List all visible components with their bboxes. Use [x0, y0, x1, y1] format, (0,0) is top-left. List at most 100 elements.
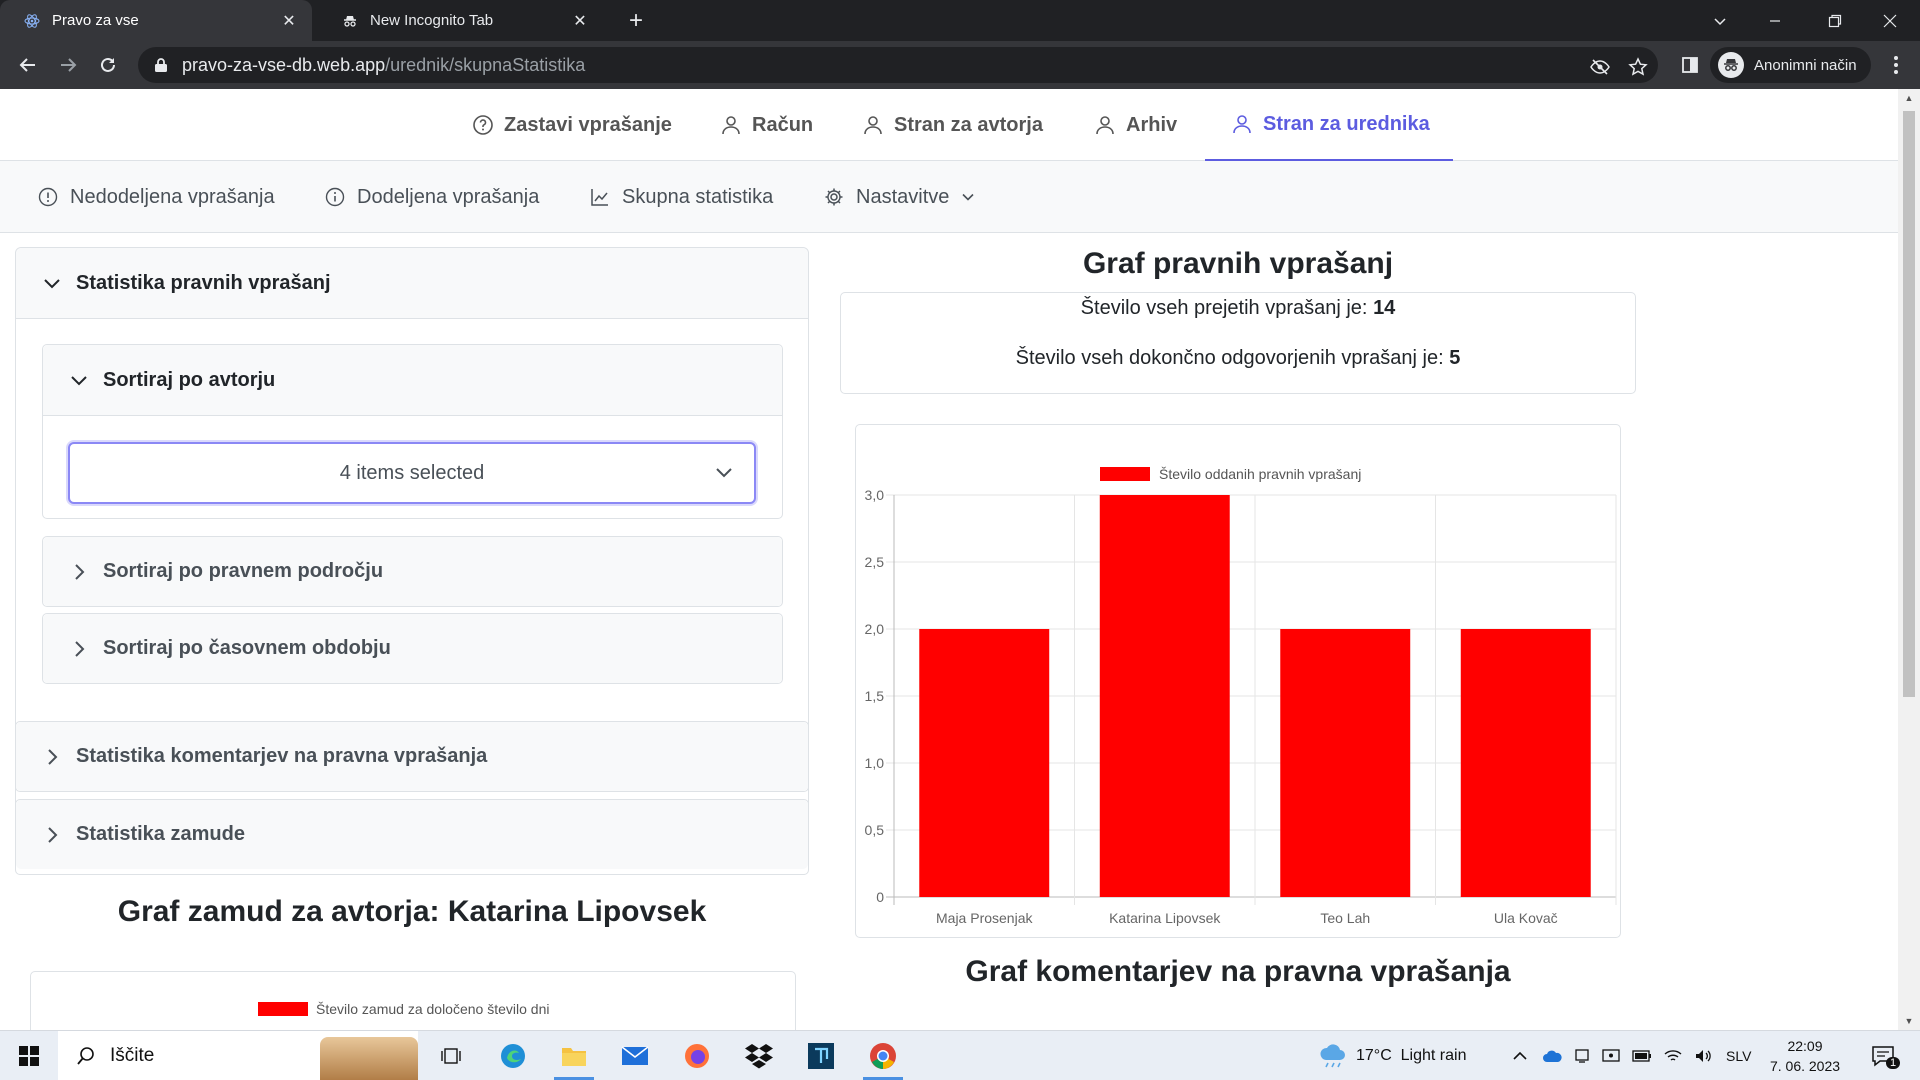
scroll-down-icon[interactable]: ▼: [1898, 1012, 1920, 1030]
author-multiselect[interactable]: 4 items selected: [68, 442, 756, 504]
sub-nav-label: Dodeljena vprašanja: [357, 185, 540, 208]
chevron-up-icon[interactable]: [1512, 1048, 1528, 1064]
nav-label: Račun: [752, 113, 814, 136]
user-icon: [1233, 115, 1251, 134]
back-arrow-icon[interactable]: [12, 49, 44, 81]
legend-swatch: [1100, 467, 1150, 481]
react-logo-icon: [24, 13, 40, 29]
chrome-icon[interactable]: [860, 1036, 906, 1080]
file-explorer-icon[interactable]: [551, 1036, 597, 1080]
address-bar[interactable]: pravo-za-vse-db.web.app/urednik/skupnaSt…: [138, 47, 1658, 83]
chart-legend: Število oddanih pravnih vprašanj: [1100, 466, 1361, 482]
more-menu-icon[interactable]: [1880, 49, 1912, 81]
sub-nav-skupna-statistika[interactable]: Skupna statistika: [590, 161, 773, 233]
windows-taskbar: Iščite 17°C Light rain SLV 22:09 7. 06. …: [0, 1030, 1920, 1080]
accordion-header-by-period[interactable]: Sortiraj po časovnem obdobju: [43, 614, 782, 683]
sub-nav-nastavitve[interactable]: Nastavitve: [824, 161, 987, 233]
scroll-up-icon[interactable]: ▲: [1898, 89, 1920, 107]
close-window-icon[interactable]: [1860, 0, 1920, 41]
notification-center-icon[interactable]: 1: [1870, 1031, 1901, 1080]
firefox-icon[interactable]: [674, 1036, 720, 1076]
weather-widget[interactable]: 17°C Light rain: [1318, 1031, 1466, 1080]
clock-date: 7. 06. 2023: [1769, 1058, 1841, 1074]
chevron-down-icon: [714, 462, 734, 488]
legend-label: Število oddanih pravnih vprašanj: [1159, 466, 1361, 482]
tab-title: New Incognito Tab: [370, 12, 494, 29]
user-icon: [1096, 116, 1114, 135]
search-label: Iščite: [110, 1045, 155, 1066]
bar[interactable]: [919, 629, 1050, 897]
accordion-title: Statistika komentarjev na pravna vprašan…: [76, 745, 488, 767]
nav-stran-za-urednika[interactable]: Stran za urednika: [1205, 89, 1453, 161]
mail-icon[interactable]: [612, 1036, 658, 1076]
notification-count-badge: 1: [1886, 1057, 1901, 1069]
lock-icon[interactable]: [154, 57, 168, 73]
volume-icon[interactable]: [1694, 1048, 1712, 1064]
bar[interactable]: [1280, 629, 1411, 897]
dropbox-icon[interactable]: [736, 1036, 782, 1076]
chevron-right-icon: [42, 826, 62, 844]
device-icon[interactable]: [1574, 1048, 1590, 1064]
taskbar-search[interactable]: Iščite: [58, 1031, 418, 1080]
tab-search-chevron-icon[interactable]: [1690, 0, 1750, 41]
battery-icon[interactable]: [1632, 1050, 1652, 1062]
eye-off-icon[interactable]: [1588, 55, 1612, 79]
accordion-header-by-author[interactable]: Sortiraj po avtorju: [43, 345, 782, 416]
accordion-header-legal-questions[interactable]: Statistika pravnih vprašanj: [16, 248, 808, 319]
accordion-title: Statistika pravnih vprašanj: [76, 271, 331, 294]
browser-toolbar: pravo-za-vse-db.web.app/urednik/skupnaSt…: [0, 41, 1920, 89]
reload-icon[interactable]: [92, 49, 124, 81]
sub-nav-label: Skupna statistika: [622, 185, 774, 208]
nav-stran-za-avtorja[interactable]: Stran za avtorja: [862, 89, 1043, 161]
nav-racun[interactable]: Račun: [720, 89, 813, 161]
clock[interactable]: 22:09 7. 06. 2023: [1760, 1031, 1850, 1080]
windows-start-icon[interactable]: [6, 1036, 52, 1076]
onedrive-cloud-icon[interactable]: [1542, 1049, 1562, 1063]
minimize-icon[interactable]: [1745, 0, 1805, 41]
received-line: Število vseh prejetih vprašanj je: 14: [841, 297, 1635, 320]
forward-arrow-icon[interactable]: [52, 49, 84, 81]
close-icon[interactable]: ✕: [278, 10, 300, 32]
chevron-right-icon: [69, 640, 89, 658]
tab-pravo-za-vse[interactable]: Pravo za vse ✕: [0, 0, 312, 41]
legal-graph-title: Graf pravnih vprašanj: [1082, 247, 1394, 280]
page-scrollbar[interactable]: ▲ ▼: [1898, 89, 1920, 1030]
display-icon[interactable]: [1602, 1048, 1620, 1064]
nav-zastavi-vprasanje[interactable]: Zastavi vprašanje: [472, 89, 672, 161]
incognito-profile-button[interactable]: Anonimni način: [1710, 47, 1871, 83]
sub-nav-nedodeljena[interactable]: Nedodeljena vprašanja: [38, 161, 275, 233]
received-label: Število vseh prejetih vprašanj je:: [1080, 297, 1368, 319]
tab-title: Pravo za vse: [52, 12, 139, 29]
bar[interactable]: [1099, 495, 1230, 897]
wifi-icon[interactable]: [1664, 1048, 1682, 1064]
nav-arhiv[interactable]: Arhiv: [1094, 89, 1177, 161]
task-view-icon[interactable]: [428, 1036, 474, 1076]
bar[interactable]: [1460, 629, 1591, 897]
accordion-header-delays[interactable]: Statistika zamude: [16, 800, 808, 869]
accordion-header-by-area[interactable]: Sortiraj po pravnem področju: [43, 537, 782, 606]
side-panel-icon[interactable]: [1674, 49, 1706, 81]
nav-label: Arhiv: [1126, 113, 1178, 136]
incognito-icon: [1718, 52, 1744, 78]
new-tab-button[interactable]: +: [622, 7, 650, 35]
app-icon[interactable]: [798, 1036, 844, 1076]
nav-label: Stran za avtorja: [894, 113, 1043, 136]
language-indicator[interactable]: SLV: [1726, 1048, 1751, 1064]
accordion-header-comments[interactable]: Statistika komentarjev na pravna vprašan…: [16, 722, 808, 791]
y-axis-ticks: 0 0,5 1,0 1,5 2,0 2,5 3,0: [865, 487, 885, 905]
accordion-title: Statistika zamude: [76, 823, 245, 845]
y-tick-label: 3,0: [865, 487, 885, 503]
scrollbar-thumb[interactable]: [1903, 111, 1915, 697]
tab-new-incognito[interactable]: New Incognito Tab ✕: [318, 0, 603, 41]
totals-card: Število vseh prejetih vprašanj je: 14 Št…: [840, 292, 1636, 394]
restore-icon[interactable]: [1805, 0, 1865, 41]
browser-tab-strip: Pravo za vse ✕ New Incognito Tab ✕ +: [0, 0, 1920, 41]
edge-icon[interactable]: [490, 1036, 536, 1076]
star-icon[interactable]: [1626, 55, 1650, 79]
chevron-right-icon: [42, 748, 62, 766]
url-text: pravo-za-vse-db.web.app/urednik/skupnaSt…: [182, 54, 586, 75]
close-icon[interactable]: ✕: [569, 10, 591, 32]
delay-graph-title: Graf zamud za avtorja: Katarina Lipovsek: [117, 895, 707, 928]
incognito-label: Anonimni način: [1754, 56, 1857, 74]
sub-nav-dodeljena[interactable]: Dodeljena vprašanja: [325, 161, 539, 233]
